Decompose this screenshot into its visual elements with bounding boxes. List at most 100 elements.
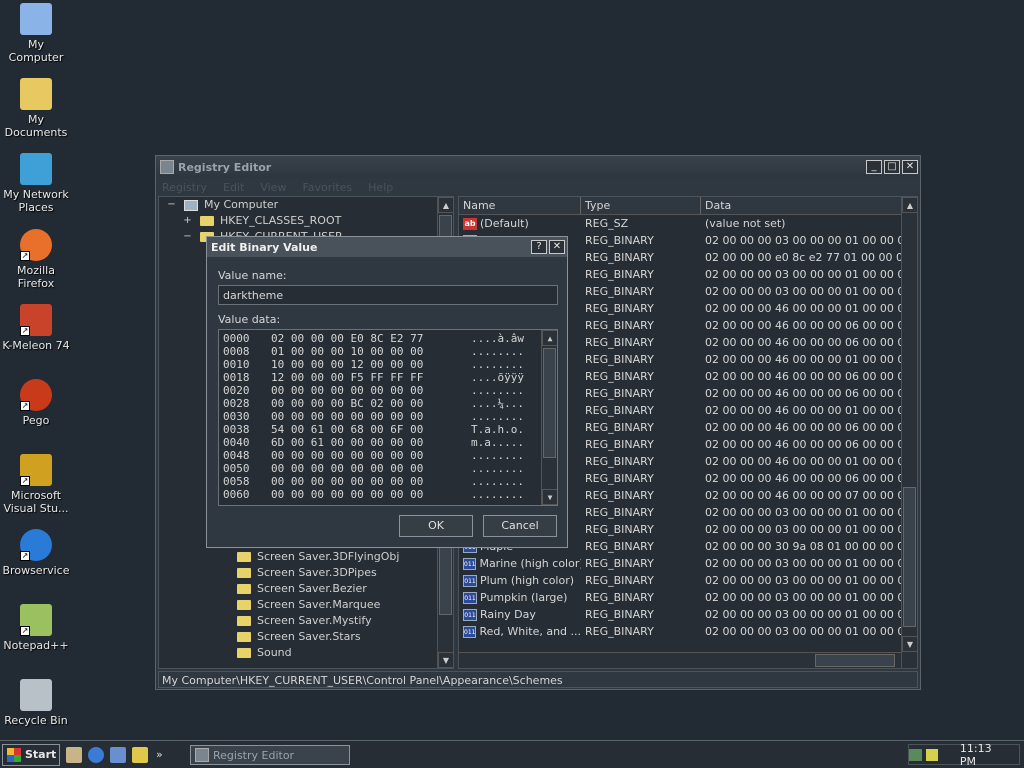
expander-icon[interactable]: − [183,231,192,242]
column-data[interactable]: Data [701,197,917,214]
value-data: 02 00 00 00 03 00 00 00 01 00 00 00 0d [705,574,917,587]
network-tray-icon[interactable] [909,748,923,761]
hex-ascii: ........ [471,358,524,371]
window-titlebar[interactable]: Registry Editor _ □ ✕ [156,156,920,178]
menu-item[interactable]: Help [368,181,393,194]
value-data-hex-editor[interactable]: 0000 02 00 00 00 E0 8C E2 77 ....à.âw 0008 0… [218,329,558,506]
dialog-close-button[interactable]: ✕ [549,240,565,254]
list-vscrollbar[interactable]: ▲ ▼ [901,197,917,668]
desktop-icon[interactable]: ↗ Notepad++ [0,604,72,652]
menu-item[interactable]: Favorites [302,181,352,194]
desktop-icon[interactable]: Recycle Bin [0,679,72,727]
hex-row[interactable]: 0048 00 00 00 00 00 00 00 00........ [219,449,557,462]
search-icon[interactable] [132,746,148,763]
tree-item[interactable]: Screen Saver.3DFlyingObj [159,549,399,565]
list-row[interactable]: 011 Pumpkin (large) REG_BINARY 02 00 00 00 … [459,589,917,606]
list-row[interactable]: 011 Red, White, and ... REG_BINARY 02 00 00… [459,623,917,640]
hex-row[interactable]: 0058 00 00 00 00 00 00 00 00........ [219,475,557,488]
list-row[interactable]: ab (Default) REG_SZ (value not set) [459,215,917,232]
explorer-icon[interactable] [110,746,126,763]
shortcut-arrow-icon: ↗ [20,476,30,486]
menu-item[interactable]: Edit [223,181,244,194]
list-row[interactable]: 011 Plum (high color) REG_BINARY 02 00 00 0… [459,572,917,589]
hex-scrollbar[interactable]: ▲ ▼ [541,330,557,505]
minimize-button[interactable]: _ [866,160,882,174]
value-data: 02 00 00 00 46 00 00 00 06 00 00 00 20 [705,421,917,434]
desktop-icon[interactable]: My Computer [0,3,72,64]
menu-item[interactable]: View [260,181,286,194]
list-hscrollbar[interactable] [459,652,901,668]
menu-item[interactable]: Registry [162,181,207,194]
column-type[interactable]: Type [581,197,701,214]
tree-item[interactable]: Screen Saver.3DPipes [159,565,399,581]
hex-row[interactable]: 0028 00 00 00 00 BC 02 00 00 ....¼... [219,397,557,410]
hex-row[interactable]: 0018 12 00 00 00 F5 FF FF FF ....õÿÿÿ [219,371,557,384]
list-scroll-thumb[interactable] [903,487,916,627]
tree-item[interactable]: Screen Saver.Stars [159,629,399,645]
scroll-down-icon[interactable]: ▼ [542,489,557,505]
column-name[interactable]: Name [459,197,581,214]
hex-bytes: 00 00 00 00 00 00 00 00 [271,488,424,501]
desktop-icon[interactable]: ↗ Microsoft Visual Stu... [0,454,72,515]
value-data: 02 00 00 00 46 00 00 00 01 00 00 00 11 [705,404,917,417]
tree-item[interactable]: Screen Saver.Marquee [159,597,399,613]
desktop-icon[interactable]: ↗ Pego [0,379,72,427]
desktop-icon[interactable]: ↗ Browservice [0,529,72,577]
scroll-down-icon[interactable]: ▼ [438,652,453,668]
volume-tray-icon[interactable] [926,748,938,761]
scroll-down-icon[interactable]: ▼ [902,636,917,652]
scroll-up-icon[interactable]: ▲ [902,197,917,213]
hex-row[interactable]: 0030 00 00 00 00 00 00 00 00........ [219,410,557,423]
maximize-button[interactable]: □ [884,160,900,174]
scroll-up-icon[interactable]: ▲ [542,330,557,346]
hex-addr: 0010 [223,358,250,371]
hex-addr: 0030 [223,410,250,423]
show-desktop-icon[interactable] [66,746,82,763]
list-row[interactable]: 011 Rainy Day REG_BINARY 02 00 00 00 03 00 … [459,606,917,623]
hex-row[interactable]: 0050 00 00 00 00 00 00 00 00........ [219,462,557,475]
tree-item[interactable]: Sound [159,645,399,661]
dialog-titlebar[interactable]: Edit Binary Value ? ✕ [207,237,567,257]
desktop-icon[interactable]: ↗ K-Meleon 74 [0,304,72,352]
value-data: 02 00 00 00 e0 8c e2 77 01 00 00 00 10 [705,251,917,264]
value-name-field[interactable] [218,285,558,305]
scroll-up-icon[interactable]: ▲ [438,197,453,213]
help-button[interactable]: ? [531,240,547,254]
value-data: 02 00 00 00 03 00 00 00 01 00 00 00 0f [705,523,917,536]
task-registry-editor[interactable]: Registry Editor [190,745,350,765]
close-button[interactable]: ✕ [902,160,918,174]
cancel-button[interactable]: Cancel [483,515,557,537]
list-hscroll-thumb[interactable] [815,654,895,667]
quicklaunch-chevron-icon[interactable]: » [156,748,163,761]
hex-row[interactable]: 0038 54 00 61 00 68 00 6F 00 T.a.h.o. [219,423,557,436]
desktop-icon[interactable]: ↗ Mozilla Firefox [0,229,72,290]
value-name: Pumpkin (large) [480,591,568,604]
hex-row[interactable]: 0008 01 00 00 00 10 00 00 00........ [219,345,557,358]
hex-row[interactable]: 0060 00 00 00 00 00 00 00 00........ [219,488,557,501]
value-data: 02 00 00 00 30 9a 08 01 00 00 00 0d [705,540,912,553]
tree-item-label: Screen Saver.3DPipes [257,566,377,579]
expander-icon[interactable]: + [183,215,192,226]
tree-item[interactable]: Screen Saver.Mystify [159,613,399,629]
hex-row[interactable]: 0020 00 00 00 00 00 00 00 00........ [219,384,557,397]
start-button[interactable]: Start [2,743,60,766]
ie-icon[interactable] [88,746,104,763]
firefox-icon: ↗ [20,229,52,261]
collapse-icon[interactable]: − [167,199,176,210]
value-data: 02 00 00 00 46 00 00 00 06 00 00 00 1c [705,336,917,349]
clock[interactable]: 11:13 PM [960,742,1009,768]
value-type: REG_BINARY [585,455,654,468]
value-type: REG_SZ [585,217,629,230]
tree-item[interactable]: Screen Saver.Bezier [159,581,399,597]
tree-item[interactable]: + HKEY_CLASSES_ROOT [159,213,453,229]
list-row[interactable]: 011 Marine (high color) REG_BINARY 02 00 00… [459,555,917,572]
hex-row[interactable]: 0010 10 00 00 00 12 00 00 00........ [219,358,557,371]
hex-row[interactable]: 0000 02 00 00 00 E0 8C E2 77 ....à.âw [219,332,557,345]
desktop-icon[interactable]: My Network Places [0,153,72,214]
desktop-icon[interactable]: My Documents [0,78,72,139]
hex-row[interactable]: 0040 6D 00 61 00 00 00 00 00 m.a..... [219,436,557,449]
ok-button[interactable]: OK [399,515,473,537]
tree-root[interactable]: − My Computer [159,197,453,213]
hex-scroll-thumb[interactable] [543,348,556,458]
hex-bytes: 00 00 00 00 00 00 00 00 [271,384,424,397]
